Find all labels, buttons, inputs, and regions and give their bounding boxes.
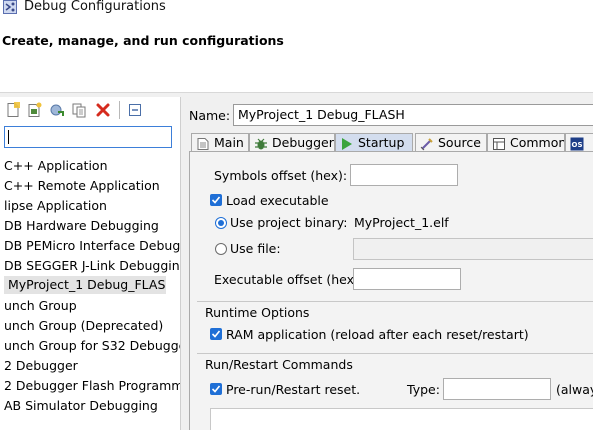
- tab-os-awareness[interactable]: OS: [565, 133, 593, 152]
- tab-main-label: Main: [214, 135, 244, 150]
- window-title-bar: Debug Configurations: [0, 0, 593, 16]
- tree-item-myproject-debug-flash[interactable]: MyProject_1 Debug_FLASH: [4, 276, 166, 294]
- prerun-reset-checkbox[interactable]: [210, 383, 222, 395]
- main-tab-icon: [196, 137, 210, 151]
- tab-debugger[interactable]: Debugger: [249, 133, 335, 152]
- ram-application-checkbox[interactable]: [210, 328, 222, 340]
- header-title: Create, manage, and run configurations: [2, 33, 284, 48]
- tree-item-cpp-application[interactable]: C++ Application: [4, 157, 180, 175]
- filter-input[interactable]: [4, 126, 172, 148]
- tab-debugger-label: Debugger: [272, 135, 334, 150]
- runtime-options-heading: Runtime Options: [205, 305, 310, 320]
- executable-offset-field[interactable]: [353, 268, 461, 290]
- runtime-options-separator: [197, 301, 593, 302]
- executable-offset-label: Executable offset (hex):: [214, 272, 364, 287]
- window-title: Debug Configurations: [24, 0, 166, 14]
- use-file-field[interactable]: [353, 238, 593, 260]
- duplicate-icon[interactable]: [71, 102, 87, 118]
- startup-play-icon: [340, 137, 354, 151]
- common-icon: [492, 137, 506, 151]
- use-project-binary-label: Use project binary:: [230, 215, 348, 230]
- export-icon[interactable]: [49, 102, 65, 118]
- tree-item-s32-debugger[interactable]: 2 Debugger: [4, 357, 180, 375]
- tab-source[interactable]: Source: [415, 133, 487, 152]
- reset-type-field[interactable]: [443, 378, 551, 400]
- always-label: (alway: [556, 382, 593, 397]
- text-caret: [8, 130, 9, 144]
- tree-item-gdb-segger-jlink-debugging[interactable]: DB SEGGER J-Link Debugging: [4, 257, 180, 275]
- tree-item-gdb-hardware-debugging[interactable]: DB Hardware Debugging: [4, 217, 180, 235]
- toolbar-separator: [119, 101, 120, 119]
- collapse-all-icon[interactable]: [127, 102, 143, 118]
- svg-text:OS: OS: [572, 141, 583, 149]
- tree-item-cpp-remote-application[interactable]: C++ Remote Application: [4, 177, 180, 195]
- ram-application-label: RAM application (reload after each reset…: [226, 327, 529, 342]
- debug-configurations-icon: [3, 0, 17, 14]
- tab-startup-label: Startup: [358, 135, 405, 150]
- use-file-label: Use file:: [230, 241, 281, 256]
- prerun-reset-label: Pre-run/Restart reset.: [226, 382, 361, 397]
- tree-item-eclipse-application[interactable]: lipse Application: [4, 197, 180, 215]
- configuration-name-field[interactable]: MyProject_1 Debug_FLASH: [233, 104, 593, 126]
- symbols-offset-field[interactable]: [350, 164, 458, 186]
- load-executable-checkbox[interactable]: [210, 194, 222, 206]
- use-file-radio[interactable]: [215, 243, 227, 255]
- tree-item-launch-group-deprecated[interactable]: unch Group (Deprecated): [4, 317, 180, 335]
- type-label: Type:: [407, 382, 440, 397]
- use-project-binary-radio[interactable]: [215, 217, 227, 229]
- debugger-bug-icon: [254, 137, 268, 151]
- source-icon: [420, 137, 434, 151]
- tree-item-launch-group-s32[interactable]: unch Group for S32 Debugge: [4, 337, 180, 355]
- new-prototype-icon[interactable]: [27, 102, 43, 118]
- new-launch-configuration-icon[interactable]: [5, 102, 21, 118]
- tab-source-label: Source: [438, 135, 481, 150]
- init-commands-textarea[interactable]: [210, 408, 593, 430]
- tab-common-label: Common: [510, 135, 565, 150]
- tree-item-gdb-pemicro-debugging[interactable]: DB PEMicro Interface Debugg: [4, 237, 180, 255]
- symbols-offset-label: Symbols offset (hex):: [214, 168, 348, 183]
- tab-common[interactable]: Common: [487, 133, 565, 152]
- run-restart-heading: Run/Restart Commands: [205, 357, 353, 372]
- tab-main[interactable]: Main: [191, 133, 249, 152]
- delete-icon[interactable]: [95, 102, 111, 118]
- run-restart-separator: [197, 353, 593, 354]
- os-awareness-icon: OS: [570, 137, 584, 151]
- name-label: Name:: [189, 108, 231, 123]
- tree-item-launch-group[interactable]: unch Group: [4, 297, 180, 315]
- load-executable-label: Load executable: [226, 193, 329, 208]
- tab-startup[interactable]: Startup: [335, 133, 413, 152]
- dialog-header: [0, 16, 593, 93]
- tree-item-s32-debugger-flash[interactable]: 2 Debugger Flash Programm: [4, 377, 180, 395]
- project-binary-value: MyProject_1.elf: [354, 215, 449, 230]
- tree-item-ab-simulator-debugging[interactable]: AB Simulator Debugging: [4, 397, 180, 415]
